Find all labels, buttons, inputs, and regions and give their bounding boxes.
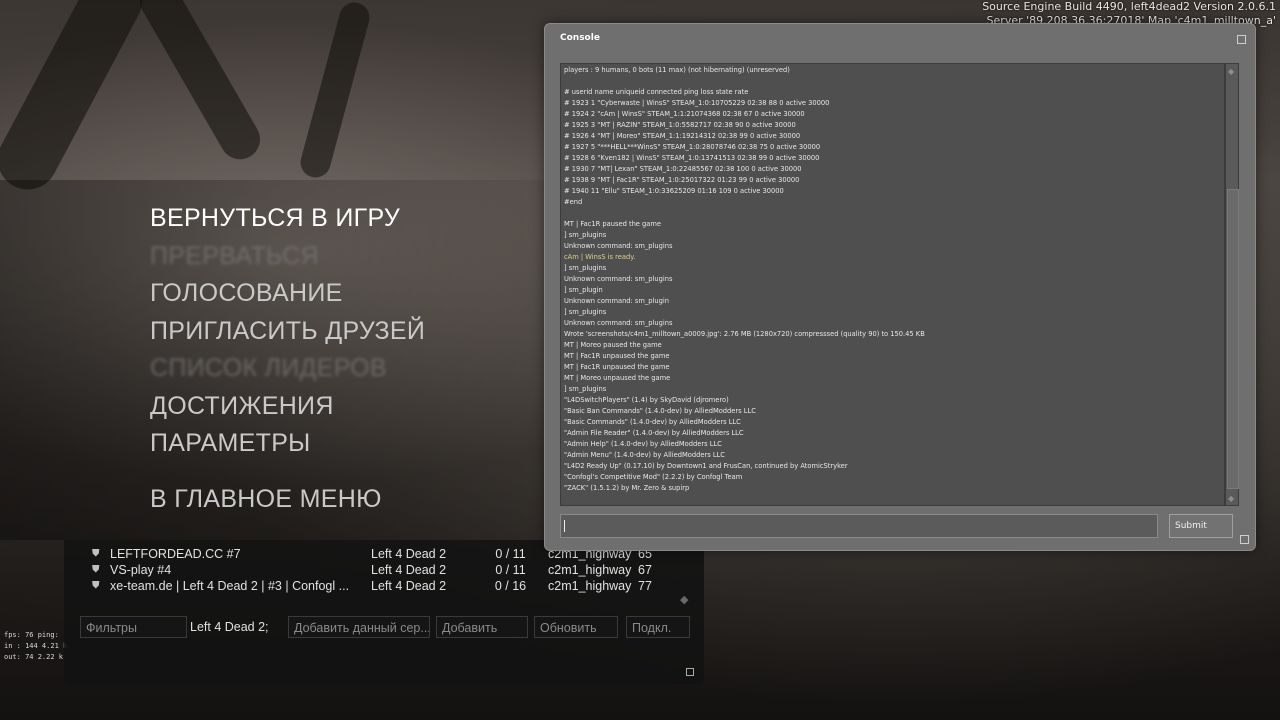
- console-line: MT | Moreo paused the game: [564, 341, 662, 349]
- console-line: "L4DSwitchPlayers" (1.4) by SkyDavid (dj…: [564, 396, 729, 404]
- net-graph-in: in : 144 4.21 k: [4, 642, 68, 650]
- console-line: ] sm_plugins: [564, 308, 607, 316]
- filter-value: Left 4 Dead 2;: [190, 620, 269, 634]
- console-line: ] sm_plugins: [564, 264, 607, 272]
- console-line: "Admin File Reader" (1.4.0-dev) by Allie…: [564, 429, 744, 437]
- menu-invite-friends[interactable]: ПРИГЛАСИТЬ ДРУЗЕЙ: [150, 315, 425, 353]
- console-scrollbar[interactable]: ◆ ◆: [1225, 63, 1239, 506]
- console-line: "Admin Menu" (1.4.0-dev) by AlliedModder…: [564, 451, 725, 459]
- console-line: #end: [564, 198, 583, 206]
- shield-icon: ⛊: [92, 548, 100, 559]
- background-tree: [132, 0, 268, 167]
- scroll-down-icon[interactable]: ◆: [680, 593, 688, 606]
- console-line: # 1927 5 "***HELL***WinsS" STEAM_1:0:280…: [564, 143, 821, 151]
- add-current-server-button[interactable]: Добавить данный сер...: [288, 616, 430, 638]
- server-name: LEFTFORDEAD.CC #7: [110, 547, 241, 561]
- menu-resume-game[interactable]: ВЕРНУТЬСЯ В ИГРУ: [150, 202, 425, 240]
- server-ping: 67: [638, 563, 652, 577]
- resize-grip-icon[interactable]: [1240, 535, 1249, 544]
- shield-icon: ⛊: [92, 564, 100, 575]
- console-line: "Basic Commands" (1.4.0-dev) by AlliedMo…: [564, 418, 741, 426]
- server-row[interactable]: ⛊ xe-team.de | Left 4 Dead 2 | #3 | Conf…: [74, 578, 680, 594]
- server-game: Left 4 Dead 2: [371, 547, 447, 561]
- console-output[interactable]: players : 9 humans, 0 bots (11 max) (not…: [560, 63, 1225, 506]
- console-line: Unknown command: sm_plugin: [564, 297, 669, 305]
- console-line: ] sm_plugins: [564, 385, 607, 393]
- menu-main-menu[interactable]: В ГЛАВНОЕ МЕНЮ: [150, 483, 425, 521]
- pause-menu: ВЕРНУТЬСЯ В ИГРУ ПРЕРВАТЬСЯ ГОЛОСОВАНИЕ …: [150, 202, 425, 520]
- shield-icon: ⛊: [92, 580, 100, 591]
- server-name: xe-team.de | Left 4 Dead 2 | #3 | Confog…: [110, 579, 350, 593]
- net-graph-fps: fps: 76 ping:: [4, 631, 59, 639]
- submit-button[interactable]: Submit: [1169, 514, 1233, 538]
- console-line: # 1938 9 "MT | Fac1R" STEAM_1:0:25017322…: [564, 176, 800, 184]
- console-title: Console: [560, 33, 600, 43]
- server-list-scrollbar[interactable]: ◆: [678, 546, 692, 606]
- console-line: cAm | WinsS is ready.: [564, 253, 636, 261]
- server-browser-panel: ⛊ LEFTFORDEAD.CC #7 Left 4 Dead 2 0 / 11…: [64, 540, 704, 684]
- console-line: MT | Fac1R unpaused the game: [564, 352, 670, 360]
- console-line: # 1924 2 "cAm | WinsS" STEAM_1:1:2107436…: [564, 110, 805, 118]
- console-line: # 1926 4 "MT | Moreo" STEAM_1:1:19214312…: [564, 132, 801, 140]
- console-line: Unknown command: sm_plugins: [564, 275, 673, 283]
- resize-grip-icon[interactable]: [686, 668, 694, 676]
- menu-leaderboards: СПИСОК ЛИДЕРОВ: [150, 354, 387, 382]
- console-line: MT | Fac1R paused the game: [564, 220, 662, 228]
- console-line: "L4D2 Ready Up" (0.17.10) by Downtown1 a…: [564, 462, 848, 470]
- background-tree: [0, 0, 153, 201]
- server-game: Left 4 Dead 2: [371, 579, 447, 593]
- console-line: "ZACK" (1.5.1.2) by Mr. Zero & supirp: [564, 484, 690, 492]
- console-line: MT | Moreo unpaused the game: [564, 374, 671, 382]
- server-game: Left 4 Dead 2: [371, 563, 447, 577]
- server-list[interactable]: ⛊ LEFTFORDEAD.CC #7 Left 4 Dead 2 0 / 11…: [74, 546, 680, 602]
- scroll-down-icon[interactable]: ◆: [1228, 494, 1234, 503]
- scroll-up-icon[interactable]: ◆: [1228, 67, 1234, 76]
- server-players: 0 / 11: [495, 547, 526, 561]
- console-line: # 1930 7 "MT| Lexan" STEAM_1:0:22485567 …: [564, 165, 802, 173]
- menu-vote[interactable]: ГОЛОСОВАНИЕ: [150, 277, 425, 315]
- net-graph-out: out: 74 2.22 k: [4, 653, 64, 661]
- console-line: "Admin Help" (1.4.0-dev) by AlliedModder…: [564, 440, 722, 448]
- server-players: 0 / 11: [495, 563, 526, 577]
- server-ping: 77: [638, 579, 652, 593]
- menu-achievements[interactable]: ДОСТИЖЕНИЯ: [150, 390, 425, 428]
- server-map: c2m1_highway: [548, 563, 632, 577]
- background-tree: [297, 0, 373, 181]
- console-line: Wrote 'screenshots/c4m1_milltown_a0009.j…: [564, 330, 925, 338]
- server-map: c2m1_highway: [548, 579, 632, 593]
- refresh-button[interactable]: Обновить: [534, 616, 618, 638]
- server-row[interactable]: ⛊ VS-play #4 Left 4 Dead 2 0 / 11 c2m1_h…: [74, 562, 680, 578]
- console-line: MT | Fac1R unpaused the game: [564, 363, 670, 371]
- console-line: # userid name uniqueid connected ping lo…: [564, 88, 749, 96]
- console-line: "Basic Ban Commands" (1.4.0-dev) by Alli…: [564, 407, 756, 415]
- console-line: # 1928 6 "Kven182 | WinsS" STEAM_1:0:137…: [564, 154, 820, 162]
- engine-build-text: Source Engine Build 4490, left4dead2 Ver…: [982, 0, 1276, 13]
- filters-button[interactable]: Фильтры: [80, 616, 187, 638]
- console-input[interactable]: [560, 514, 1158, 538]
- console-line: # 1925 3 "MT | RAZIN" STEAM_1:0:5582717 …: [564, 121, 796, 129]
- console-line: ] sm_plugin: [564, 286, 603, 294]
- console-line: # 1940 11 "Ellu" STEAM_1:0:33625209 01:1…: [564, 187, 784, 195]
- scrollbar-thumb[interactable]: [1227, 189, 1239, 489]
- net-graph: fps: 76 ping: in : 144 4.21 k out: 74 2.…: [4, 630, 67, 663]
- menu-options[interactable]: ПАРАМЕТРЫ: [150, 427, 425, 465]
- server-name: VS-play #4: [110, 563, 172, 577]
- connect-button[interactable]: Подкл.: [626, 616, 690, 638]
- text-caret: [564, 520, 565, 532]
- console-line: players : 9 humans, 0 bots (11 max) (not…: [564, 66, 790, 74]
- console-window: Console players : 9 humans, 0 bots (11 m…: [544, 23, 1256, 551]
- menu-pause: ПРЕРВАТЬСЯ: [150, 241, 319, 270]
- console-line: Unknown command: sm_plugins: [564, 242, 673, 250]
- console-line: ] sm_plugins: [564, 231, 607, 239]
- console-line: Unknown command: sm_plugins: [564, 319, 673, 327]
- console-line: "Confogl's Competitive Mod" (2.2.2) by C…: [564, 473, 743, 481]
- console-lines: players : 9 humans, 0 bots (11 max) (not…: [561, 64, 1224, 494]
- add-server-button[interactable]: Добавить: [436, 616, 528, 638]
- server-players: 0 / 16: [494, 579, 527, 593]
- console-line: # 1923 1 "Cyberwaste | WinsS" STEAM_1:0:…: [564, 99, 830, 107]
- close-icon[interactable]: [1237, 35, 1246, 44]
